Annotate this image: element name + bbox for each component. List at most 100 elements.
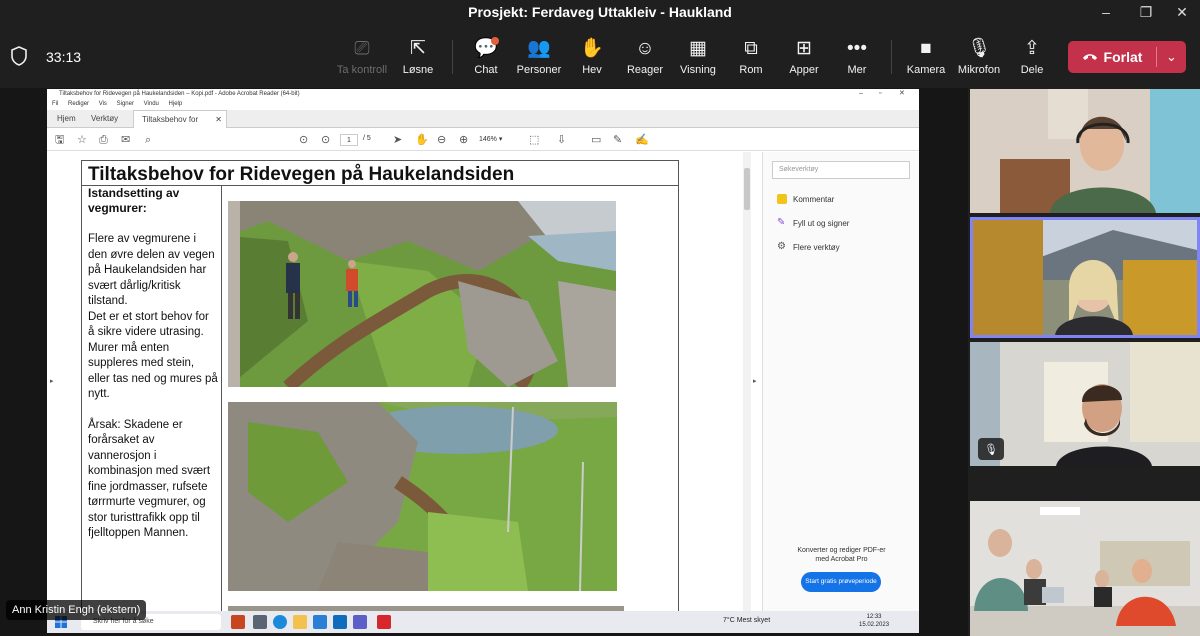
- menu-vindu[interactable]: Vindu: [144, 101, 159, 107]
- share-button[interactable]: ⇪ Dele: [1001, 36, 1063, 82]
- pdf-page: Tiltaksbehov for Ridevegen på Haukelands…: [81, 160, 679, 626]
- paragraph-condition: Flere av vegmurene i den øvre delen av v…: [88, 233, 215, 307]
- menu-vis[interactable]: Vis: [99, 101, 107, 107]
- popout-button[interactable]: ⇱ Løsne: [387, 36, 449, 82]
- acrobat-close-button[interactable]: ✕: [899, 89, 905, 99]
- more-tools-icon: ⚙: [777, 241, 786, 252]
- fill-sign-tool[interactable]: ✎ Fyll ut og signer: [777, 216, 849, 230]
- section-heading: Istandsetting av vegmurer:: [88, 186, 180, 215]
- leave-button[interactable]: Forlat: [1068, 41, 1156, 73]
- trail-photo-hikers: [228, 201, 616, 387]
- toolbar-divider: [452, 40, 453, 74]
- print-icon[interactable]: ⎙: [99, 133, 108, 147]
- tools-pane: Søkeverktøy Kommentar ✎ Fyll ut og signe…: [762, 152, 919, 611]
- scrollbar-thumb[interactable]: [744, 168, 750, 210]
- chevron-down-icon: ⌄: [1166, 49, 1177, 64]
- share-label: Dele: [1020, 64, 1044, 76]
- clock-date: 15.02.2023: [859, 622, 890, 628]
- acrobat-titlebar: Tiltaksbehov for Ridevegen på Haukelands…: [47, 89, 919, 99]
- minimize-button[interactable]: –: [1086, 0, 1126, 24]
- sign-icon[interactable]: ✍: [635, 133, 649, 147]
- edge-icon[interactable]: [273, 615, 287, 629]
- meeting-toolbar: 33:13 ⎚ Ta kontroll ⇱ Løsne 💬 Chat 👥 Per…: [0, 24, 1200, 88]
- maximize-button[interactable]: ❐: [1126, 0, 1166, 24]
- taskbar-weather[interactable]: 7°C Mest skyet: [723, 617, 770, 624]
- close-window-button[interactable]: ✕: [1162, 0, 1200, 24]
- document-viewport[interactable]: ▸ Tiltaksbehov for Ridevegen på Haukelan…: [47, 152, 757, 626]
- zoom-level-select[interactable]: 146% ▾: [479, 134, 519, 146]
- doc-text-column: Istandsetting av vegmurer: Flere av vegm…: [81, 186, 222, 626]
- participant-video-tile-active-speaker[interactable]: [970, 217, 1200, 338]
- tab-document[interactable]: Tiltaksbehov for Rid... ✕: [133, 110, 227, 142]
- page-down-icon[interactable]: ⊙: [321, 133, 330, 147]
- participant-video: [973, 220, 1197, 335]
- screen-control-icon: ⎚: [354, 38, 370, 59]
- menu-fil[interactable]: Fil: [52, 101, 58, 107]
- acrobat-icon[interactable]: [377, 615, 391, 629]
- comment-icon[interactable]: ▭: [591, 133, 601, 147]
- page-number-input[interactable]: 1: [340, 134, 358, 146]
- zoom-level: 146%: [479, 136, 497, 143]
- find-icon[interactable]: ⌕: [145, 133, 151, 147]
- meeting-title: Prosjekt: Ferdaveg Uttakleiv - Haukland: [468, 4, 732, 20]
- participant-video-tile[interactable]: [970, 89, 1200, 213]
- collapse-right-panel-icon[interactable]: ▸: [753, 377, 757, 385]
- hand-tool-icon[interactable]: ✋: [415, 133, 429, 147]
- expand-left-panel-icon[interactable]: ▸: [50, 377, 54, 385]
- participant-video-tile[interactable]: [970, 501, 1200, 636]
- doc-photo-column: [222, 186, 679, 626]
- taskbar-clock[interactable]: 12:33 15.02.2023: [859, 613, 889, 629]
- hang-up-icon: [1082, 54, 1097, 60]
- acrobat-minimize-button[interactable]: –: [859, 89, 863, 99]
- menu-hjelp[interactable]: Hjelp: [169, 101, 183, 107]
- participant-video-tile[interactable]: 🎙: [970, 342, 1200, 466]
- acrobat-pro-promo: Konverter og rediger PDF-er med Acrobat …: [797, 547, 886, 563]
- tab-tools[interactable]: Verktøy: [83, 110, 126, 128]
- more-tools[interactable]: ⚙ Flere verktøy: [777, 240, 840, 254]
- zoom-out-icon[interactable]: ⊖: [437, 133, 446, 147]
- acrobat-title: Tiltaksbehov for Ridevegen på Haukelands…: [59, 91, 300, 97]
- search-tools-input[interactable]: Søkeverktøy: [772, 161, 910, 179]
- acrobat-menubar: Fil Rediger Vis Signer Vindu Hjelp: [47, 99, 919, 109]
- doc-title-cell: Tiltaksbehov for Ridevegen på Haukelands…: [81, 160, 679, 186]
- task-view-icon[interactable]: [253, 615, 267, 629]
- leave-options-button[interactable]: ⌄: [1157, 41, 1186, 73]
- window-titlebar: Prosjekt: Ferdaveg Uttakleiv - Haukland …: [0, 0, 1200, 24]
- zoom-in-icon[interactable]: ⊕: [459, 133, 468, 147]
- start-trial-button[interactable]: Start gratis prøveperiode: [801, 572, 881, 592]
- muted-badge: 🎙: [978, 438, 1004, 460]
- fit-page-icon[interactable]: ⬚: [529, 133, 539, 147]
- menu-rediger[interactable]: Rediger: [68, 101, 89, 107]
- comment-tool[interactable]: Kommentar: [777, 192, 834, 206]
- teams-icon[interactable]: [353, 615, 367, 629]
- store-icon[interactable]: [313, 615, 327, 629]
- take-control-button[interactable]: ⎚ Ta kontroll: [331, 36, 393, 82]
- fill-sign-label: Fyll ut og signer: [793, 218, 850, 228]
- pen-icon[interactable]: ✎: [613, 133, 622, 147]
- more-tools-label: Flere verktøy: [793, 242, 840, 252]
- acrobat-maximize-button[interactable]: ▫: [879, 89, 881, 99]
- presenter-name-tag: Ann Kristin Engh (ekstern): [6, 600, 147, 620]
- vertical-scrollbar[interactable]: [743, 152, 751, 611]
- paragraph-need: Det er et stort behov for å sikre videre…: [88, 310, 218, 401]
- page-up-icon[interactable]: ⊙: [299, 133, 308, 147]
- email-icon[interactable]: ✉: [121, 133, 130, 147]
- scroll-mode-icon[interactable]: ⇩: [557, 133, 566, 147]
- file-explorer-icon[interactable]: [293, 615, 307, 629]
- trail-photo-lake: [228, 402, 617, 591]
- more-button[interactable]: ••• Mer: [826, 36, 888, 82]
- menu-signer[interactable]: Signer: [117, 101, 134, 107]
- participant-video: [970, 342, 1200, 466]
- doc-title: Tiltaksbehov for Ridevegen på Haukelands…: [88, 164, 515, 185]
- save-icon[interactable]: 🖫: [55, 133, 64, 147]
- close-tab-icon[interactable]: ✕: [215, 111, 222, 129]
- tab-home[interactable]: Hjem: [49, 110, 84, 128]
- outlook-icon[interactable]: [333, 615, 347, 629]
- shield-icon: [11, 46, 27, 66]
- comment-tool-label: Kommentar: [793, 194, 835, 204]
- select-cursor-icon[interactable]: ➤: [393, 133, 402, 147]
- leave-button-group: Forlat ⌄: [1068, 41, 1186, 73]
- unread-badge: [491, 37, 499, 45]
- taskbar-app-icon[interactable]: [231, 615, 245, 629]
- bookmark-star-icon[interactable]: ☆: [77, 133, 87, 147]
